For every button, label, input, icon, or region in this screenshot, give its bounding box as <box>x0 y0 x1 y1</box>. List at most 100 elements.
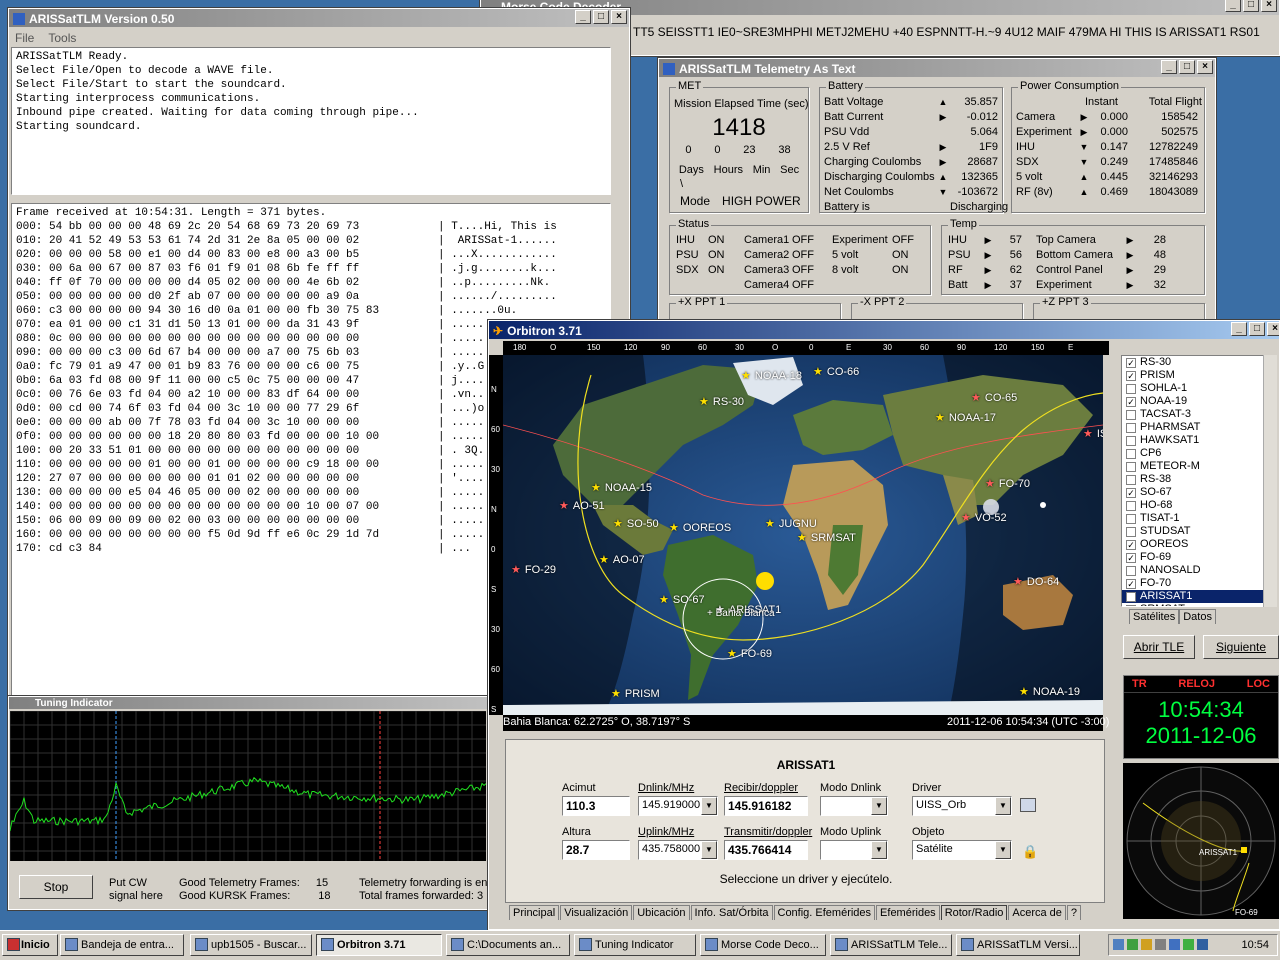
tab-info-sat-rbita[interactable]: Info. Sat/Órbita <box>690 905 773 920</box>
maximize-button[interactable]: □ <box>1179 60 1195 74</box>
satellite-list-item[interactable]: ✓ OOREOS <box>1122 538 1264 551</box>
satellite-list-item[interactable]: TISAT-1 <box>1122 512 1264 525</box>
checkbox[interactable] <box>1126 383 1136 394</box>
siguiente-button[interactable]: Siguiente <box>1203 635 1279 659</box>
satellite-marker[interactable]: ★ NOAA-15 <box>591 481 652 494</box>
satellite-marker[interactable]: ★ PRISM <box>611 687 660 700</box>
checkbox[interactable]: ✓ <box>1126 487 1136 498</box>
satellite-list-item[interactable]: STUDSAT <box>1122 525 1264 538</box>
driver-select[interactable]: UISS_Orb ▼ <box>912 796 1012 816</box>
checkbox[interactable]: ✓ <box>1126 357 1136 368</box>
checkbox[interactable] <box>1126 422 1136 433</box>
tab-satelites[interactable]: Satélites <box>1129 609 1180 624</box>
checkbox[interactable]: ✓ <box>1126 552 1136 563</box>
tray-icons[interactable] <box>1113 939 1208 950</box>
clock-loc-label[interactable]: LOC <box>1247 678 1270 690</box>
minimize-button[interactable]: _ <box>1225 0 1241 12</box>
satellite-marker[interactable]: ★ SRMSAT <box>797 531 856 544</box>
satellite-marker[interactable]: ★ FO-69 <box>727 647 772 660</box>
checkbox[interactable] <box>1126 565 1136 576</box>
satellite-list-item[interactable]: RS-38 <box>1122 473 1264 486</box>
tab-visualizaci-n[interactable]: Visualización <box>560 905 633 920</box>
taskbar-item[interactable]: upb1505 - Buscar... <box>190 934 312 956</box>
checkbox[interactable] <box>1126 461 1136 472</box>
satellite-list-item[interactable]: TACSAT-3 <box>1122 408 1264 421</box>
taskbar-item[interactable]: ARISSatTLM Tele... <box>830 934 952 956</box>
uplink-field[interactable]: 435.758000 ▼ <box>638 840 718 860</box>
chevron-down-icon[interactable]: ▼ <box>701 797 717 815</box>
tab-principal[interactable]: Principal <box>509 905 560 920</box>
satellite-list-item[interactable]: HAWKSAT1 <box>1122 434 1264 447</box>
checkbox[interactable] <box>1126 526 1136 537</box>
maximize-button[interactable]: □ <box>1243 0 1259 12</box>
satellite-marker[interactable]: ★ CO-65 <box>971 391 1017 404</box>
satellite-marker[interactable]: ★ NOAA-17 <box>935 411 996 424</box>
tab-config-efem-rides[interactable]: Config. Efemérides <box>773 905 876 920</box>
chevron-down-icon[interactable]: ▼ <box>871 841 887 859</box>
satellite-marker[interactable]: ★ CO-66 <box>813 365 859 378</box>
taskbar-item[interactable]: Bandeja de entra... <box>60 934 184 956</box>
satellite-marker[interactable]: ★ JUGNU <box>765 517 817 530</box>
close-button[interactable]: × <box>611 10 627 24</box>
checkbox[interactable] <box>1126 435 1136 446</box>
satellite-marker[interactable]: ★ VO-52 <box>961 511 1007 524</box>
modo-uplink-select[interactable]: ▼ <box>820 840 888 860</box>
clock-reloj-label[interactable]: RELOJ <box>1178 678 1215 690</box>
close-button[interactable]: × <box>1267 322 1279 336</box>
satellite-list-item[interactable]: SOHLA-1 <box>1122 382 1264 395</box>
satellite-list-item[interactable]: ✓ ARISSAT1 <box>1122 590 1264 603</box>
abrir-tle-button[interactable]: Abrir TLE <box>1123 635 1195 659</box>
satellite-list-item[interactable]: METEOR-M <box>1122 460 1264 473</box>
stop-button[interactable]: Stop <box>19 875 93 899</box>
checkbox[interactable] <box>1126 409 1136 420</box>
checkbox[interactable] <box>1126 513 1136 524</box>
recibir-field[interactable]: 145.916182 <box>724 796 808 816</box>
chevron-down-icon[interactable]: ▼ <box>995 841 1011 859</box>
checkbox[interactable] <box>1126 474 1136 485</box>
chevron-down-icon[interactable]: ▼ <box>995 797 1011 815</box>
satellite-list-item[interactable]: ✓ SO-67 <box>1122 486 1264 499</box>
chevron-down-icon[interactable]: ▼ <box>701 841 717 859</box>
satellite-list-item[interactable]: ✓ FO-69 <box>1122 551 1264 564</box>
checkbox[interactable] <box>1126 448 1136 459</box>
satellite-marker[interactable]: ★ RS-30 <box>699 395 744 408</box>
checkbox[interactable] <box>1126 604 1136 606</box>
checkbox[interactable]: ✓ <box>1126 578 1136 589</box>
tab-datos[interactable]: Datos <box>1179 609 1216 624</box>
satellite-marker[interactable]: ★ FO-70 <box>985 477 1030 490</box>
start-button[interactable]: Inicio <box>2 934 58 956</box>
tab-ubicaci-n[interactable]: Ubicación <box>633 905 690 920</box>
satellite-list-item[interactable]: PHARMSAT <box>1122 421 1264 434</box>
menu-file[interactable]: File <box>15 31 34 45</box>
minimize-button[interactable]: _ <box>575 10 591 24</box>
tab--[interactable]: ? <box>1066 905 1082 920</box>
acimut-field[interactable]: 110.3 <box>562 796 630 816</box>
satellite-marker[interactable]: ★ OOREOS <box>669 521 731 534</box>
transmitir-field[interactable]: 435.766414 <box>724 840 808 860</box>
satellite-marker[interactable]: ★ DO-64 <box>1013 575 1059 588</box>
dnlink-field[interactable]: 145.919000 ▼ <box>638 796 718 816</box>
satellite-list[interactable]: ✓ RS-30 ✓ PRISM SOHLA-1 ✓ NOAA-19 TACSAT-3 PHARM… <box>1121 355 1265 607</box>
taskbar-item[interactable]: C:\Documents an... <box>446 934 570 956</box>
satellite-list-item[interactable]: ✓ RS-30 <box>1122 356 1264 369</box>
minimize-button[interactable]: _ <box>1231 322 1247 336</box>
taskbar-item[interactable]: ARISSatTLM Versi... <box>956 934 1080 956</box>
taskbar-item[interactable]: Tuning Indicator <box>574 934 696 956</box>
satellite-list-item[interactable]: CP6 <box>1122 447 1264 460</box>
tab-rotor-radio[interactable]: Rotor/Radio <box>940 905 1008 920</box>
checkbox[interactable] <box>1126 500 1136 511</box>
satellite-marker[interactable]: ★ISS <box>1083 427 1103 440</box>
checkbox[interactable]: ✓ <box>1126 539 1136 550</box>
satellite-marker[interactable]: ★ SO-67 <box>659 593 705 606</box>
checkbox[interactable]: ✓ <box>1126 591 1136 602</box>
lock-icon[interactable]: 🔒 <box>1022 844 1038 860</box>
satellite-marker[interactable]: ★ SO-50 <box>613 517 659 530</box>
taskbar-item[interactable]: Morse Code Deco... <box>700 934 826 956</box>
maximize-button[interactable]: □ <box>593 10 609 24</box>
close-button[interactable]: × <box>1197 60 1213 74</box>
tab-acerca-de[interactable]: Acerca de <box>1008 905 1066 920</box>
maximize-button[interactable]: □ <box>1249 322 1265 336</box>
satellite-marker[interactable]: ★ AO-51 <box>559 499 605 512</box>
world-map[interactable]: ★NOAA-18★CO-66★RS-30★CO-65★NOAA-17★ISS★N… <box>503 355 1103 715</box>
menu-tools[interactable]: Tools <box>48 31 76 45</box>
